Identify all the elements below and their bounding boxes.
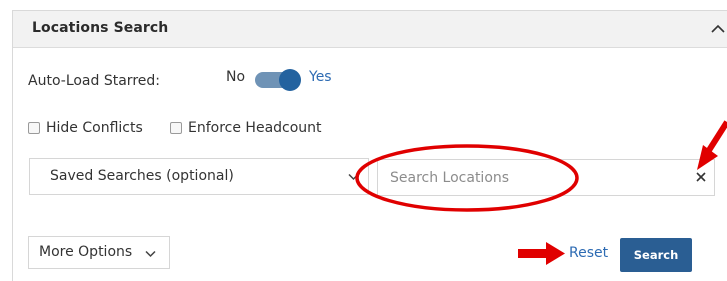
saved-searches-label: Saved Searches (optional) xyxy=(50,168,234,184)
hide-conflicts-checkbox[interactable]: Hide Conflicts xyxy=(28,120,143,136)
chevron-down-icon xyxy=(145,250,156,258)
panel-header[interactable]: Locations Search xyxy=(13,11,727,48)
toggle-off-label: No xyxy=(226,69,246,85)
search-button[interactable]: Search xyxy=(620,238,692,272)
enforce-headcount-checkbox[interactable]: Enforce Headcount xyxy=(170,120,322,136)
enforce-headcount-label: Enforce Headcount xyxy=(188,120,322,136)
reset-link[interactable]: Reset xyxy=(569,245,608,261)
saved-searches-select[interactable]: Saved Searches (optional) xyxy=(29,158,369,195)
chevron-down-icon xyxy=(348,173,359,181)
more-options-label: More Options xyxy=(39,244,133,260)
checkbox-icon[interactable] xyxy=(170,122,182,134)
search-button-label: Search xyxy=(633,248,679,262)
toggle-knob[interactable] xyxy=(279,69,301,91)
toggle-on-label: Yes xyxy=(309,69,332,85)
auto-load-starred-label: Auto-Load Starred: xyxy=(28,73,160,89)
close-icon[interactable] xyxy=(695,171,707,183)
hide-conflicts-label: Hide Conflicts xyxy=(46,120,143,136)
more-options-button[interactable]: More Options xyxy=(28,236,170,269)
search-locations-input[interactable] xyxy=(377,159,715,196)
panel-title: Locations Search xyxy=(32,20,169,36)
chevron-up-icon[interactable] xyxy=(710,23,726,35)
checkbox-icon[interactable] xyxy=(28,122,40,134)
